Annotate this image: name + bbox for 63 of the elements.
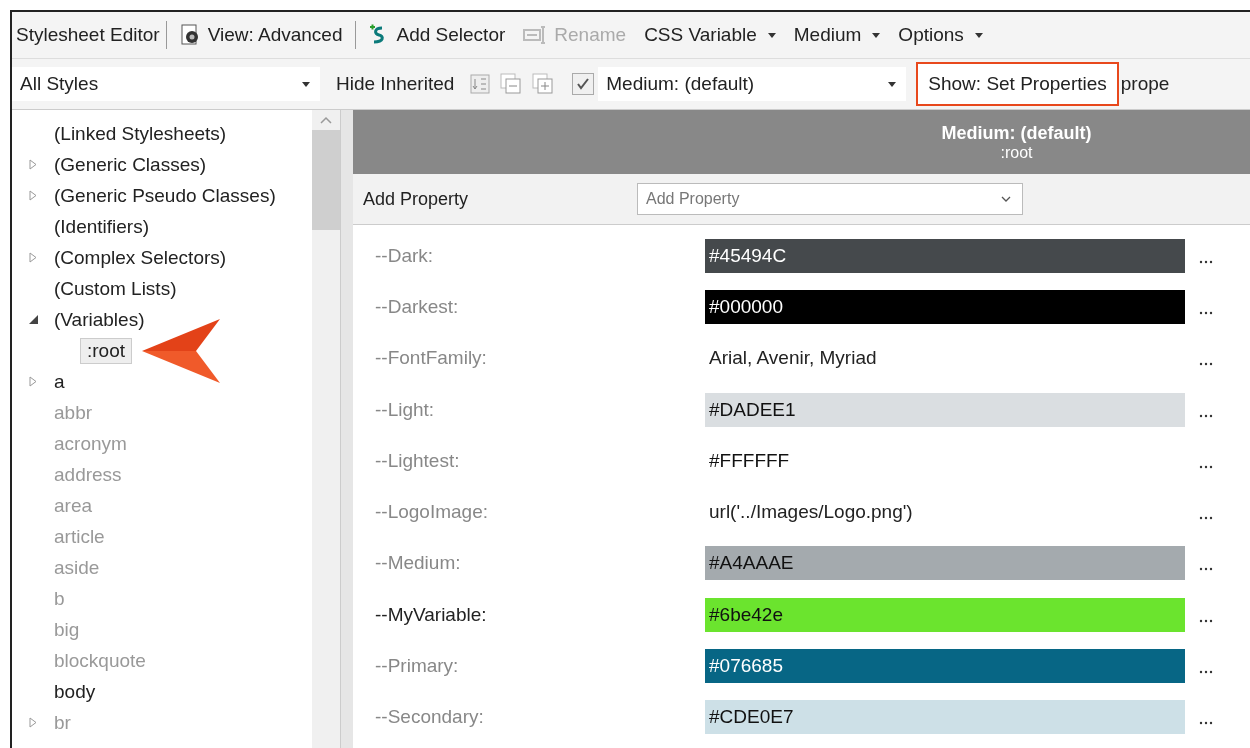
add-selector-button[interactable]: Add Selector	[361, 21, 512, 49]
header-selector: :root	[1000, 143, 1033, 162]
tree-item[interactable]: (Custom Lists)	[54, 277, 177, 300]
property-name: --FontFamily:	[374, 347, 488, 370]
more-icon[interactable]	[1199, 464, 1213, 469]
add-property-label: Add Property	[362, 188, 470, 210]
add-property-field[interactable]: Add Property	[637, 183, 1023, 215]
cut-off-label: prope	[1120, 73, 1170, 95]
tree-item[interactable]: :root	[80, 337, 133, 364]
menu-button[interactable]: CSS Variable	[638, 21, 782, 49]
more-icon[interactable]	[1199, 310, 1213, 315]
check-icon	[575, 76, 592, 92]
tree-item[interactable]: (Generic Pseudo Classes)	[54, 184, 276, 207]
more-icon[interactable]	[1199, 362, 1213, 367]
styles-dropdown[interactable]: All Styles	[12, 67, 320, 101]
document-icon	[178, 23, 201, 47]
more-icon[interactable]	[1199, 670, 1213, 674]
tree-item[interactable]: (Identifiers)	[54, 215, 150, 238]
menu-button[interactable]: Options	[892, 21, 989, 49]
tree-item[interactable]: a	[54, 370, 65, 393]
view-button[interactable]: View: Advanced	[172, 20, 349, 50]
color-value[interactable]: #45494C	[705, 238, 1185, 273]
more-icon[interactable]	[1199, 721, 1213, 726]
property-name: --LogoImage:	[374, 501, 489, 524]
tree-item[interactable]: (Complex Selectors)	[54, 246, 227, 269]
header-medium: Medium: (default)	[941, 122, 1092, 144]
caret-icon	[302, 81, 310, 87]
medium-dropdown[interactable]: Medium: (default)	[598, 67, 907, 101]
tree-item[interactable]: (Variables)	[54, 308, 145, 331]
property-name: --Secondary:	[374, 706, 485, 729]
more-icon[interactable]	[1199, 567, 1213, 572]
more-icon[interactable]	[1199, 259, 1213, 264]
color-value[interactable]: #A4AAAE	[705, 546, 1185, 581]
show-properties-dropdown[interactable]: Show: Set Properties	[916, 62, 1119, 106]
property-value[interactable]: url('../Images/Logo.png')	[705, 495, 1185, 530]
expanded-arrow-icon[interactable]	[28, 315, 38, 324]
more-icon[interactable]	[1199, 618, 1213, 623]
tree-item[interactable]: (Linked Stylesheets)	[54, 122, 227, 145]
color-value[interactable]: #DADEE1	[705, 392, 1185, 427]
property-name: --Dark:	[374, 244, 435, 267]
color-value[interactable]: #CDE0E7	[705, 700, 1185, 735]
property-name: --Primary:	[374, 655, 460, 677]
scrollbar-thumb[interactable]	[312, 130, 340, 230]
caret-icon	[888, 81, 897, 87]
color-value[interactable]: #6be42e	[705, 597, 1185, 632]
property-name: --MyVariable:	[374, 603, 488, 626]
hide-inherited-button[interactable]: Hide Inherited	[330, 70, 461, 98]
rename-icon	[523, 25, 548, 45]
more-icon[interactable]	[1199, 413, 1213, 418]
chevron-icon[interactable]	[1001, 196, 1011, 202]
editor-title: Stylesheet Editor	[16, 24, 160, 46]
property-value[interactable]: Arial, Avenir, Myriad	[705, 341, 1185, 376]
property-name: --Lightest:	[374, 449, 461, 472]
tree-item[interactable]: body	[54, 680, 96, 703]
menu-button[interactable]: Medium	[787, 21, 887, 49]
color-value[interactable]: #000000	[705, 289, 1185, 324]
more-icon[interactable]	[1199, 516, 1213, 521]
property-name: --Darkest:	[374, 295, 460, 318]
tree-item[interactable]: (Generic Classes)	[54, 153, 207, 176]
property-name: --Light:	[374, 398, 436, 421]
property-name: --Medium:	[374, 552, 462, 575]
color-value[interactable]: #076685	[705, 649, 1185, 683]
medium-checkbox[interactable]	[572, 73, 595, 95]
